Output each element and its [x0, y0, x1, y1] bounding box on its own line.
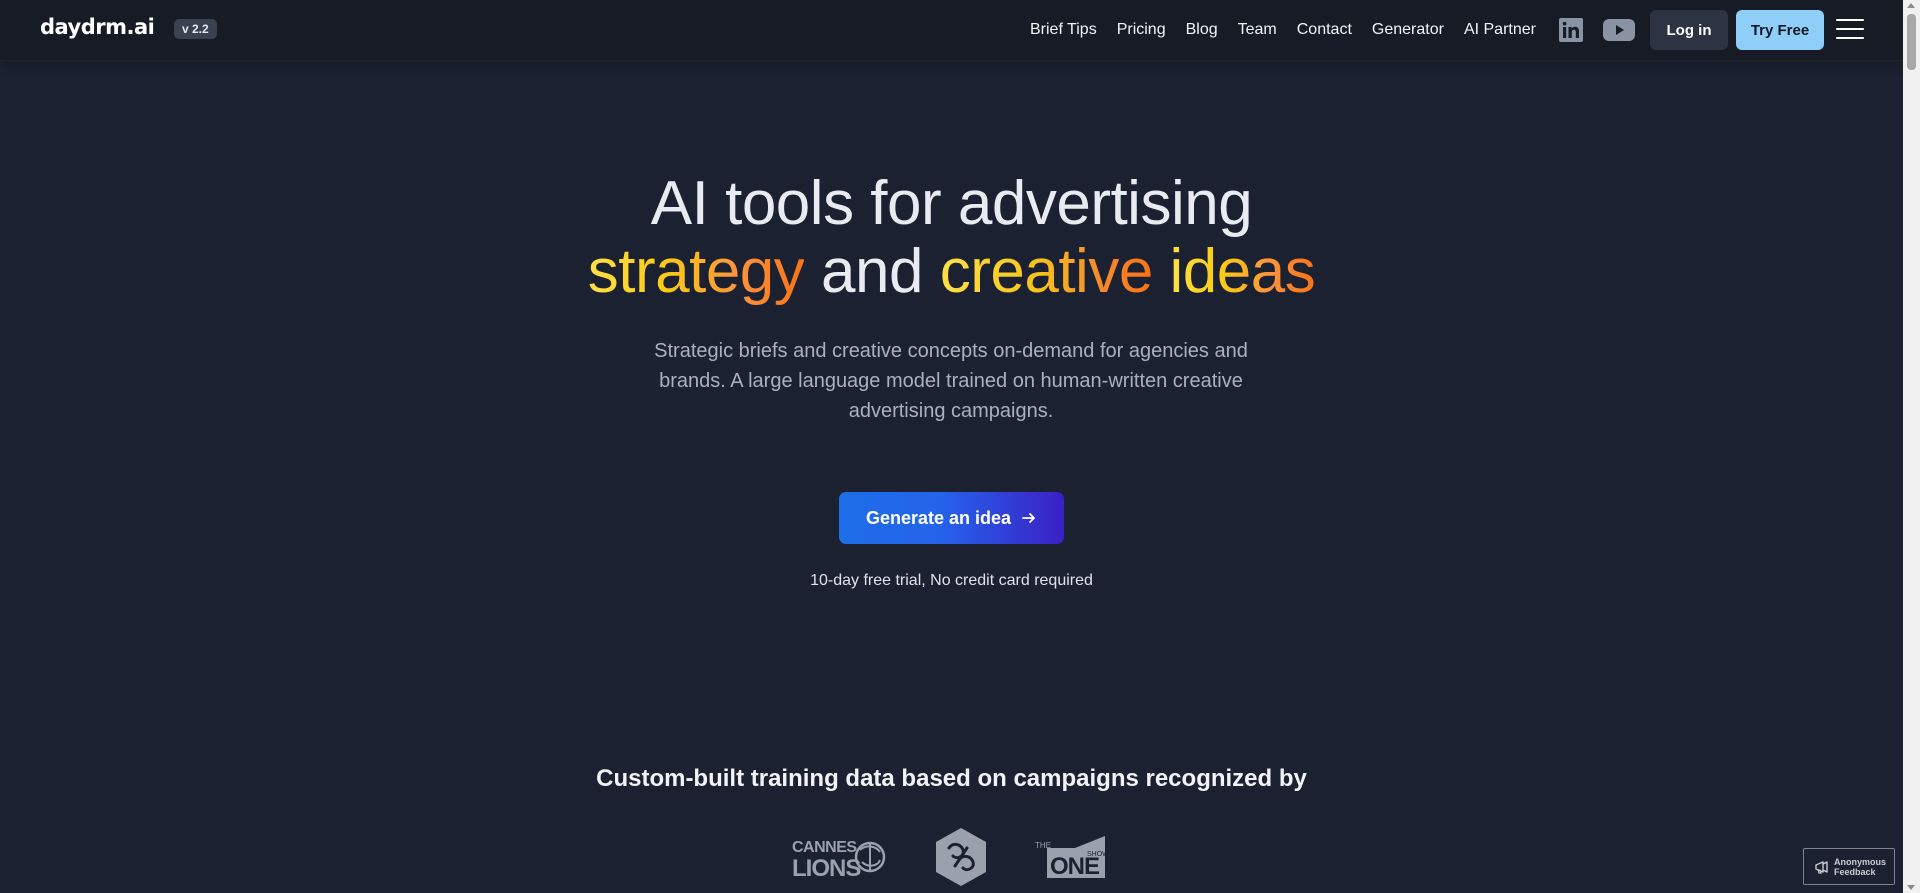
nav-brief-tips[interactable]: Brief Tips [1030, 21, 1097, 39]
top-navbar: daydrm.ai v 2.2 Brief Tips Pricing Blog … [0, 0, 1903, 60]
menu-hamburger-icon[interactable] [1836, 17, 1864, 41]
feedback-label-line1: Anonymous [1834, 856, 1887, 867]
linkedin-icon[interactable] [1558, 18, 1583, 42]
feedback-label-line2: Feedback [1834, 866, 1876, 877]
nav-pricing[interactable]: Pricing [1117, 21, 1166, 39]
one-show-logo: THE ONE SHOW [1035, 836, 1109, 880]
feedback-label: Anonymous Feedback [1834, 857, 1890, 877]
login-button[interactable]: Log in [1650, 10, 1728, 50]
megaphone-icon [1815, 860, 1828, 874]
hero-subtitle: Strategic briefs and creative concepts o… [654, 340, 1248, 422]
svg-text:LIONS: LIONS [792, 855, 861, 882]
nav-contact[interactable]: Contact [1297, 21, 1352, 39]
nav-team[interactable]: Team [1238, 21, 1277, 39]
generate-idea-button[interactable]: Generate an idea [839, 492, 1064, 544]
nav-generator[interactable]: Generator [1372, 21, 1444, 39]
svg-text:CANNES: CANNES [792, 839, 857, 856]
version-badge: v 2.2 [174, 19, 217, 39]
recognition-title: Custom-built training data based on camp… [596, 765, 1307, 792]
youtube-icon[interactable] [1602, 19, 1635, 41]
hero-word-strategy: strategy [587, 237, 805, 306]
page-scrollbar[interactable] [1903, 0, 1920, 893]
nav-blog[interactable]: Blog [1186, 21, 1218, 39]
nav-ai-partner[interactable]: AI Partner [1464, 21, 1536, 39]
scroll-down-arrow-icon[interactable] [1907, 885, 1915, 890]
scroll-up-arrow-icon[interactable] [1907, 3, 1915, 8]
trial-note: 10-day free trial, No credit card requir… [810, 572, 1093, 589]
cannes-lions-logo: CANNES LIONS [792, 839, 886, 882]
hero-word-and: and [821, 237, 923, 306]
scrollbar-thumb[interactable] [1907, 14, 1916, 70]
main-nav: Brief Tips Pricing Blog Team Contact Gen… [1030, 0, 1655, 60]
svg-text:SHOW: SHOW [1087, 851, 1109, 858]
dad-logo [936, 828, 986, 886]
try-free-button[interactable]: Try Free [1736, 10, 1824, 50]
anonymous-feedback-button[interactable]: Anonymous Feedback [1803, 848, 1895, 885]
arrow-right-icon [1022, 513, 1035, 523]
hero-word-creative: creative [939, 237, 1154, 306]
generate-idea-label: Generate an idea [865, 507, 1012, 528]
brand-logo[interactable]: daydrm.ai [40, 15, 155, 39]
hero-word-ideas: ideas [1169, 237, 1316, 306]
hero-title-line2: strategy and creative ideas [0, 236, 1903, 308]
hero-title-line1: AI tools for advertising [650, 169, 1253, 238]
page: daydrm.ai v 2.2 Brief Tips Pricing Blog … [0, 0, 1920, 893]
